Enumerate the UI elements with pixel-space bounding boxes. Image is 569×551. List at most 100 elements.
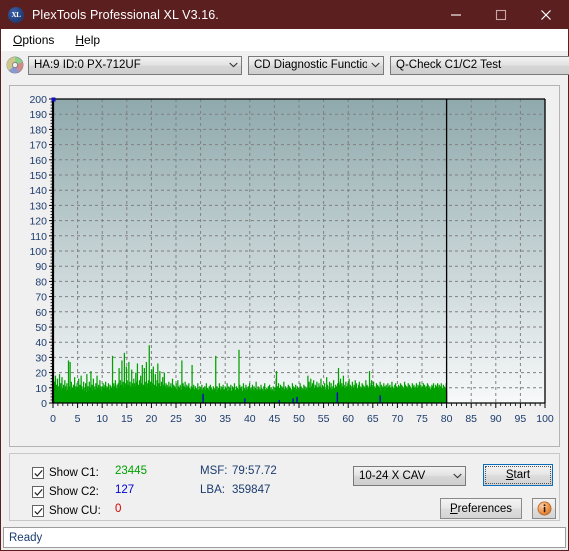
maximize-icon: [495, 9, 506, 21]
svg-text:70: 70: [35, 292, 47, 304]
svg-text:65: 65: [367, 413, 379, 425]
show-cu-label: Show CU:: [49, 505, 101, 517]
check-icon: [33, 488, 43, 496]
app-icon-label: XL: [11, 11, 21, 19]
focus-ring: [485, 466, 551, 484]
c2-count-value: 127: [115, 484, 135, 496]
svg-text:170: 170: [29, 140, 47, 152]
svg-text:85: 85: [465, 413, 477, 425]
chevron-down-icon: [225, 62, 241, 68]
msf-label: MSF:: [200, 465, 228, 477]
svg-text:20: 20: [35, 368, 47, 380]
menu-item-help[interactable]: Help: [66, 31, 109, 49]
status-bar: Ready: [3, 527, 566, 548]
svg-text:60: 60: [35, 307, 47, 319]
plextools-window: XL PlexTools Professional XL V3.16. Opti…: [0, 0, 569, 551]
show-cu-checkbox[interactable]: Show CU:: [32, 503, 101, 519]
svg-text:50: 50: [293, 413, 305, 425]
show-c2-label: Show C2:: [49, 486, 99, 498]
lba-label: LBA:: [200, 484, 225, 496]
close-icon: [540, 10, 551, 20]
check-icon: [33, 469, 43, 477]
svg-text:150: 150: [29, 170, 47, 182]
menu-bar: Options Help: [1, 29, 568, 51]
drive-select-value: HA:9 ID:0 PX-712UF: [34, 59, 141, 71]
preferences-button-label: Preferences: [449, 502, 512, 515]
maximize-button[interactable]: [478, 1, 523, 29]
svg-text:180: 180: [29, 124, 47, 136]
show-c1-checkbox[interactable]: Show C1:: [32, 465, 99, 481]
test-select-value: Q-Check C1/C2 Test: [396, 59, 502, 71]
svg-text:90: 90: [490, 413, 502, 425]
svg-text:160: 160: [29, 155, 47, 167]
svg-text:30: 30: [35, 352, 47, 364]
svg-text:95: 95: [515, 413, 527, 425]
close-button[interactable]: [523, 1, 568, 29]
chart-area: 0 10 20 30 40 50 60 70 80 90 100 110 120 130 140 150 160…: [10, 86, 559, 446]
show-c1-label: Show C1:: [49, 467, 99, 479]
info-button[interactable]: [532, 498, 556, 519]
svg-text:70: 70: [392, 413, 404, 425]
checkbox-box: [32, 467, 44, 479]
c1-c2-error-chart[interactable]: 0102030405060708090100110120130140150160…: [10, 86, 559, 446]
svg-text:10: 10: [96, 413, 108, 425]
svg-text:50: 50: [35, 322, 47, 334]
svg-text:55: 55: [318, 413, 330, 425]
svg-text:40: 40: [35, 337, 47, 349]
menu-item-options[interactable]: Options: [4, 31, 63, 49]
checkbox-box: [32, 486, 44, 498]
test-select[interactable]: Q-Check C1/C2 Test: [390, 55, 569, 75]
svg-text:130: 130: [29, 200, 47, 212]
svg-text:0: 0: [50, 413, 56, 425]
function-select[interactable]: CD Diagnostic Functions: [248, 55, 384, 75]
svg-text:30: 30: [195, 413, 207, 425]
svg-text:25: 25: [170, 413, 182, 425]
status-text: Ready: [9, 531, 43, 544]
svg-text:75: 75: [416, 413, 428, 425]
svg-text:100: 100: [29, 246, 47, 258]
svg-text:140: 140: [29, 185, 47, 197]
show-c2-checkbox[interactable]: Show C2:: [32, 484, 99, 500]
svg-text:0: 0: [41, 398, 47, 410]
toolbar: HA:9 ID:0 PX-712UF CD Diagnostic Functio…: [1, 51, 569, 79]
svg-text:120: 120: [29, 216, 47, 228]
svg-text:190: 190: [29, 109, 47, 121]
svg-text:80: 80: [35, 276, 47, 288]
menu-item-help-label: elp: [84, 33, 101, 47]
speed-select-value: 10-24 X CAV: [359, 470, 426, 482]
svg-text:35: 35: [219, 413, 231, 425]
minimize-icon: [450, 14, 461, 16]
menu-item-options-label: ptions: [22, 33, 55, 47]
window-title: PlexTools Professional XL V3.16.: [32, 8, 219, 22]
chevron-down-icon: [449, 473, 465, 479]
controls-panel: Show C1: 23445 Show C2: 127 Show CU: 0 M…: [9, 453, 560, 521]
svg-text:80: 80: [441, 413, 453, 425]
cd-disc-icon: [6, 56, 24, 74]
checkbox-box: [32, 505, 44, 517]
svg-text:10: 10: [35, 383, 47, 395]
svg-text:90: 90: [35, 261, 47, 273]
svg-text:200: 200: [29, 94, 47, 106]
drive-select[interactable]: HA:9 ID:0 PX-712UF: [28, 55, 242, 75]
title-bar: XL PlexTools Professional XL V3.16.: [1, 1, 568, 29]
minimize-button[interactable]: [433, 1, 478, 29]
svg-text:100: 100: [536, 413, 554, 425]
start-button[interactable]: Start: [483, 464, 553, 486]
msf-value: 79:57.72: [232, 465, 277, 477]
chevron-down-icon: [367, 62, 383, 68]
svg-text:110: 110: [30, 231, 47, 243]
info-icon: [537, 501, 551, 516]
cu-count-value: 0: [115, 503, 122, 515]
svg-text:5: 5: [75, 413, 81, 425]
svg-text:15: 15: [121, 413, 133, 425]
xl-app-icon: XL: [8, 7, 24, 23]
svg-text:45: 45: [269, 413, 281, 425]
svg-text:40: 40: [244, 413, 256, 425]
svg-text:20: 20: [146, 413, 158, 425]
speed-select[interactable]: 10-24 X CAV: [353, 466, 466, 486]
check-icon: [33, 507, 43, 515]
svg-text:60: 60: [342, 413, 354, 425]
chart-panel: 0 10 20 30 40 50 60 70 80 90 100 110 120 130 140 150 160…: [9, 85, 560, 447]
preferences-button[interactable]: Preferences: [440, 498, 522, 519]
c1-count-value: 23445: [115, 465, 147, 477]
